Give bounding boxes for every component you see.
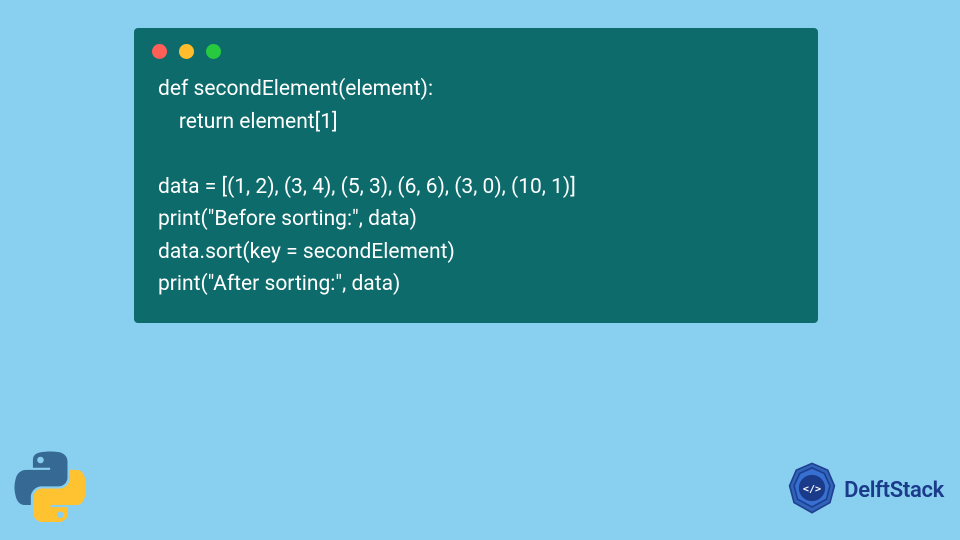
code-line: data.sort(key = secondElement) bbox=[158, 240, 455, 264]
python-logo-icon bbox=[14, 450, 86, 526]
code-line: print("Before sorting:", data) bbox=[158, 207, 417, 231]
code-line: data = [(1, 2), (3, 4), (5, 3), (6, 6), … bbox=[158, 175, 576, 199]
code-line: def secondElement(element): bbox=[158, 77, 433, 101]
window-maximize-dot bbox=[206, 44, 221, 59]
svg-text:</>: </> bbox=[803, 484, 821, 495]
code-window: def secondElement(element): return eleme… bbox=[134, 28, 818, 323]
code-line: print("After sorting:", data) bbox=[158, 272, 400, 296]
code-line: return element[1] bbox=[158, 110, 338, 134]
delftstack-logo: </> DelftStack bbox=[784, 460, 944, 520]
window-controls bbox=[134, 28, 818, 65]
delftstack-emblem-icon: </> bbox=[784, 460, 840, 520]
code-block: def secondElement(element): return eleme… bbox=[134, 65, 818, 301]
window-close-dot bbox=[152, 44, 167, 59]
window-minimize-dot bbox=[179, 44, 194, 59]
delftstack-brand-text: DelftStack bbox=[844, 478, 944, 503]
